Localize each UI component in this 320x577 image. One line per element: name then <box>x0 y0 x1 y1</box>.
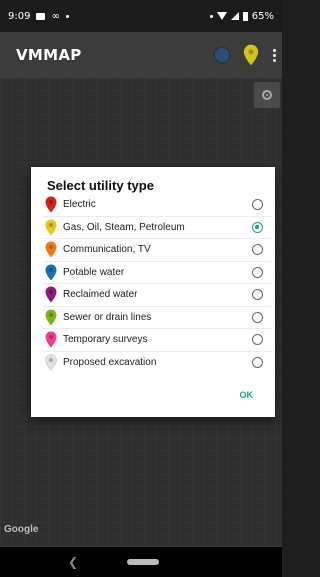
radio-button[interactable] <box>252 356 263 368</box>
radio-button[interactable] <box>252 289 263 300</box>
battery-percent: 65% <box>251 10 274 22</box>
notification-dot-icon <box>209 14 213 18</box>
radio-button[interactable] <box>252 221 263 233</box>
utility-option[interactable]: Potable water <box>43 262 271 284</box>
home-button[interactable] <box>127 559 159 565</box>
utility-option-label: Proposed excavation <box>63 357 157 369</box>
map-pin-icon <box>45 241 57 258</box>
utility-option[interactable]: Sewer or drain lines <box>43 307 271 329</box>
ok-button[interactable]: OK <box>240 390 254 400</box>
utility-pin-button[interactable] <box>243 44 259 66</box>
utility-option-label: Potable water <box>63 266 125 278</box>
map-pin-icon <box>45 196 57 213</box>
dialog-title: Select utility type <box>47 178 154 193</box>
utility-option-label: Gas, Oil, Steam, Petroleum <box>63 221 185 233</box>
navigation-bar: ❮ <box>0 547 282 577</box>
my-location-button[interactable] <box>254 82 280 108</box>
radio-button[interactable] <box>252 244 263 255</box>
back-icon[interactable]: ❮ <box>68 555 78 569</box>
google-logo: Google <box>4 524 39 535</box>
radio-button[interactable] <box>252 311 263 323</box>
utility-option[interactable]: Temporary surveys <box>43 329 271 352</box>
map-pin-icon <box>45 309 57 326</box>
status-time: 9:09 <box>8 10 31 22</box>
location-target-icon <box>262 90 272 100</box>
utility-option[interactable]: Communication, TV <box>43 239 271 262</box>
radio-button[interactable] <box>252 266 263 278</box>
utility-option[interactable]: Electric <box>43 194 271 217</box>
utility-option-label: Reclaimed water <box>63 289 138 301</box>
map-pin-icon <box>45 354 57 372</box>
notification-dot-icon <box>65 14 69 18</box>
map-pin-icon <box>45 286 57 303</box>
radio-button[interactable] <box>252 334 263 345</box>
utility-option[interactable]: Gas, Oil, Steam, Petroleum <box>43 217 271 239</box>
battery-icon <box>242 11 248 21</box>
utility-option-label: Temporary surveys <box>63 334 148 346</box>
app-bar: VMMAP <box>0 32 282 78</box>
utility-option-list: Electric Gas, Oil, Steam, Petroleum Commun… <box>43 194 271 374</box>
utility-option-label: Communication, TV <box>63 244 151 256</box>
message-icon <box>36 12 46 20</box>
wifi-icon <box>216 12 227 20</box>
overflow-menu-icon[interactable] <box>271 48 278 62</box>
app-title: VMMAP <box>16 46 82 64</box>
status-bar: 9:09 ∞ 65% <box>0 0 282 32</box>
utility-type-dialog: Select utility type Electric Gas, Oil, St… <box>31 167 275 417</box>
radio-button[interactable] <box>252 199 263 210</box>
map-pin-icon <box>45 264 57 281</box>
utility-option[interactable]: Reclaimed water <box>43 284 271 307</box>
signal-icon <box>230 12 239 20</box>
utility-option-label: Sewer or drain lines <box>63 311 152 323</box>
map-pin-icon <box>45 331 57 348</box>
utility-option[interactable]: Proposed excavation <box>43 352 271 375</box>
layer-toggle-button[interactable] <box>213 46 231 64</box>
map-pin-icon <box>45 219 57 236</box>
voicemail-icon: ∞ <box>51 10 60 22</box>
utility-option-label: Electric <box>63 199 96 211</box>
